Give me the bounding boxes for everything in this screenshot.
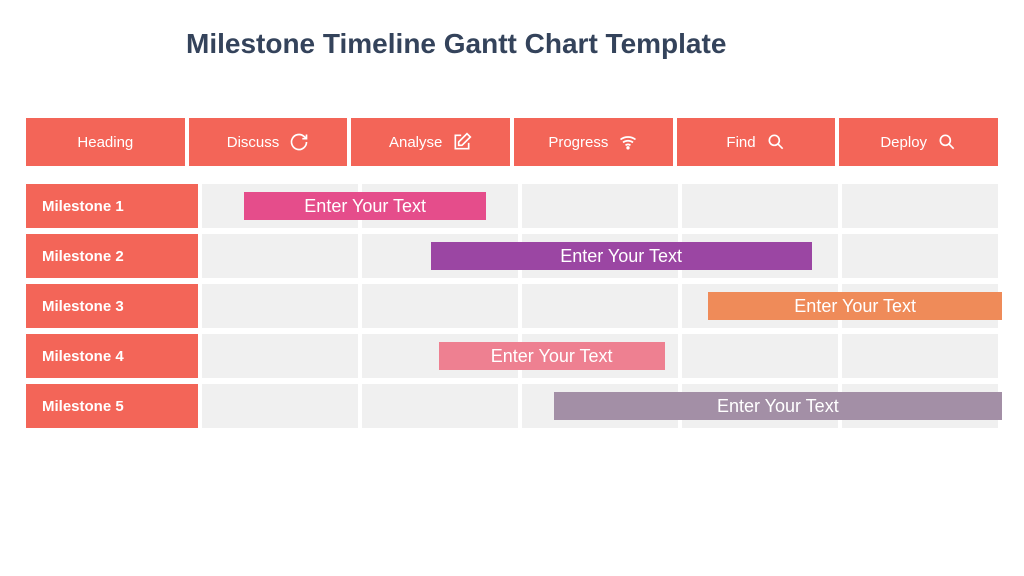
search-icon xyxy=(766,132,786,152)
page-title: Milestone Timeline Gantt Chart Template xyxy=(186,28,1008,60)
column-progress: Progress xyxy=(514,118,673,166)
gantt-bar[interactable]: Enter Your Text xyxy=(439,342,665,370)
gantt-chart: Heading Discuss Analyse Progress Find xyxy=(26,118,998,428)
milestone-row: Milestone 1 Enter Your Text xyxy=(26,184,998,228)
gantt-bar[interactable]: Enter Your Text xyxy=(244,192,486,220)
milestone-row: Milestone 2 Enter Your Text xyxy=(26,234,998,278)
row-label: Milestone 2 xyxy=(26,234,198,278)
grid-cell xyxy=(842,184,998,228)
row-label: Milestone 1 xyxy=(26,184,198,228)
row-label: Milestone 4 xyxy=(26,334,198,378)
column-heading: Heading xyxy=(26,118,185,166)
column-label: Deploy xyxy=(880,134,927,151)
column-label: Progress xyxy=(548,134,608,151)
column-label: Analyse xyxy=(389,134,442,151)
gantt-bar[interactable]: Enter Your Text xyxy=(708,292,1002,320)
row-label: Milestone 3 xyxy=(26,284,198,328)
column-label: Discuss xyxy=(227,134,280,151)
column-analyse: Analyse xyxy=(351,118,510,166)
column-label: Heading xyxy=(77,134,133,151)
grid-cell xyxy=(202,284,358,328)
search-icon xyxy=(937,132,957,152)
wifi-icon xyxy=(618,132,638,152)
grid-cell xyxy=(362,384,518,428)
gantt-bar[interactable]: Enter Your Text xyxy=(554,392,1002,420)
milestone-row: Milestone 3 Enter Your Text xyxy=(26,284,998,328)
refresh-icon xyxy=(289,132,309,152)
column-label: Find xyxy=(726,134,755,151)
milestone-row: Milestone 4 Enter Your Text xyxy=(26,334,998,378)
grid-cell xyxy=(842,234,998,278)
grid-cell xyxy=(522,284,678,328)
edit-icon xyxy=(452,132,472,152)
row-label: Milestone 5 xyxy=(26,384,198,428)
grid-cell xyxy=(682,184,838,228)
grid-cell xyxy=(682,334,838,378)
grid-cell xyxy=(202,384,358,428)
gantt-bar[interactable]: Enter Your Text xyxy=(431,242,812,270)
column-discuss: Discuss xyxy=(189,118,348,166)
grid-cell xyxy=(202,334,358,378)
grid-cell xyxy=(202,234,358,278)
milestone-row: Milestone 5 Enter Your Text xyxy=(26,384,998,428)
grid-cell xyxy=(842,334,998,378)
column-deploy: Deploy xyxy=(839,118,998,166)
grid-cell xyxy=(362,284,518,328)
grid-cell xyxy=(522,184,678,228)
column-find: Find xyxy=(677,118,836,166)
header-row: Heading Discuss Analyse Progress Find xyxy=(26,118,998,166)
